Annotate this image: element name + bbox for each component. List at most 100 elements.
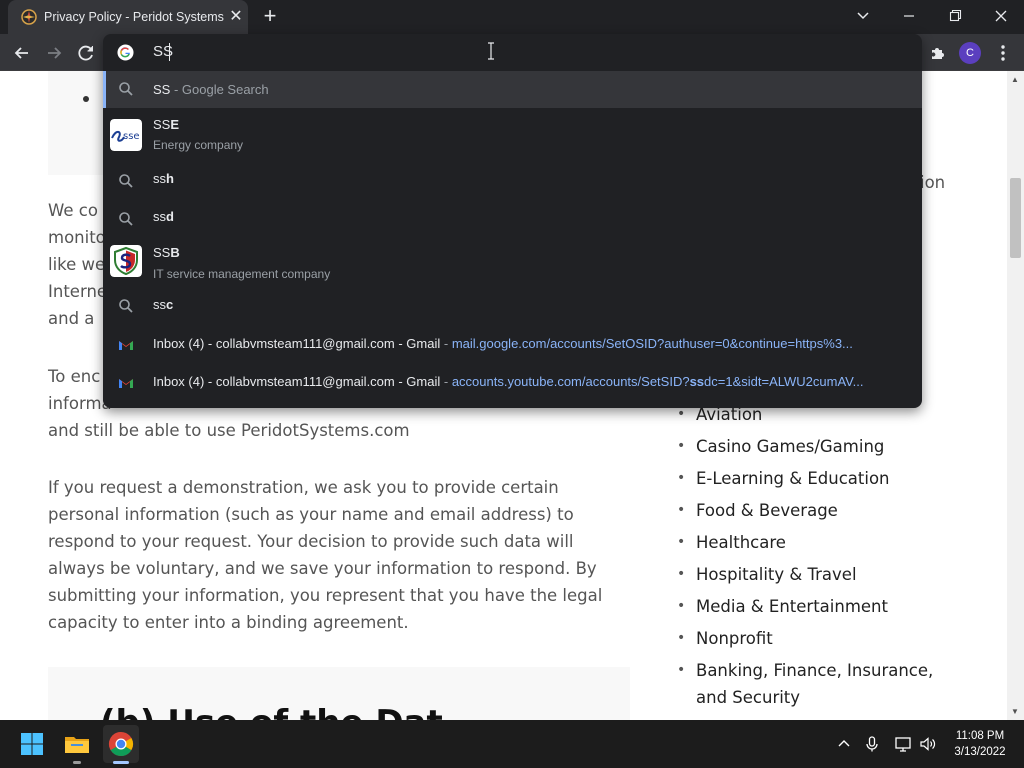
tab-title: Privacy Policy - Peridot Systems xyxy=(44,10,224,24)
suggestion-search-ssd[interactable]: ssd xyxy=(103,200,922,238)
address-bar-input[interactable]: SS xyxy=(103,34,922,70)
suggestion-completion: d xyxy=(166,209,174,224)
list-item: Healthcare xyxy=(677,529,937,556)
search-icon xyxy=(119,82,133,96)
suggestion-prefix: SS xyxy=(153,245,171,260)
back-arrow-icon[interactable] xyxy=(9,40,35,66)
suggestion-search-ss[interactable]: SS - Google Search xyxy=(103,71,922,108)
explorer-running-indicator xyxy=(73,761,81,764)
suggestion-text: ssd xyxy=(153,209,174,224)
suggestion-text: ssh xyxy=(153,171,174,186)
suggestion-completion: B xyxy=(170,245,180,260)
suggestion-prefix: SS xyxy=(153,117,171,132)
svg-text:sse: sse xyxy=(123,131,140,142)
suggestion-search-ssc[interactable]: ssc xyxy=(103,288,922,326)
suggestion-suffix: - Google Search xyxy=(170,82,269,97)
taskbar-clock-time[interactable]: 11:08 PM xyxy=(940,730,1020,742)
suggestion-text: SSE xyxy=(153,117,179,132)
url-match: ss xyxy=(689,374,705,389)
list-item: Casino Games/Gaming xyxy=(677,433,937,460)
sse-logo-icon: sse xyxy=(110,119,142,151)
suggestion-entity-ssb[interactable]: SSB IT service management company xyxy=(103,238,922,288)
search-icon xyxy=(119,174,133,188)
paragraph-demonstration: If you request a demonstration, we ask y… xyxy=(48,474,638,636)
tab-privacy-policy[interactable]: Privacy Policy - Peridot Systems ✕ xyxy=(8,0,248,34)
page-scrollbar[interactable]: ▲ ▼ xyxy=(1007,71,1024,720)
windows-start-icon[interactable] xyxy=(18,730,46,758)
suggestion-completion: E xyxy=(170,117,180,132)
google-g-icon xyxy=(117,44,134,61)
search-icon xyxy=(119,299,133,313)
tab-search-chevron-icon[interactable] xyxy=(848,4,878,28)
suggestion-title: Inbox (4) - collabvmsteam111@gmail.com -… xyxy=(153,336,441,351)
kebab-menu-icon[interactable] xyxy=(990,40,1016,66)
ibeam-cursor-icon xyxy=(488,42,494,60)
restore-icon[interactable] xyxy=(940,4,970,28)
url-part: accounts.youtube.com/accounts/SetSID? xyxy=(451,374,690,389)
list-item: E-Learning & Education xyxy=(677,465,937,492)
scroll-thumb[interactable] xyxy=(1010,178,1021,258)
volume-icon[interactable] xyxy=(919,735,937,753)
text-line: respond to your request. Your decision t… xyxy=(48,532,574,551)
suggestion-separator: - xyxy=(440,374,452,389)
chrome-icon[interactable] xyxy=(107,730,135,758)
suggestion-description: Energy company xyxy=(153,138,244,152)
list-item: Nonprofit xyxy=(677,625,937,652)
suggestion-completion: h xyxy=(166,171,174,186)
suggestion-text: SS - Google Search xyxy=(153,82,269,97)
scroll-down-arrow-icon[interactable]: ▼ xyxy=(1011,707,1019,716)
suggestion-completion: c xyxy=(166,297,174,312)
text-line: personal information (such as your name … xyxy=(48,505,574,524)
network-icon[interactable] xyxy=(894,735,912,753)
suggestion-prefix: ss xyxy=(153,171,166,186)
suggestion-text: Inbox (4) - collabvmsteam111@gmail.com -… xyxy=(153,336,853,351)
suggestion-history-gmail[interactable]: Inbox (4) - collabvmsteam111@gmail.com -… xyxy=(103,364,922,402)
list-item: Food & Beverage xyxy=(677,497,937,524)
minimize-icon[interactable] xyxy=(894,4,924,28)
suggestion-prefix: ss xyxy=(153,209,166,224)
tab-close-icon[interactable]: ✕ xyxy=(227,8,245,26)
chevron-up-icon[interactable] xyxy=(835,735,853,753)
text-line: and still be able to use PeridotSystems.… xyxy=(48,421,410,440)
extensions-puzzle-icon[interactable] xyxy=(925,40,951,66)
forward-arrow-icon[interactable] xyxy=(41,40,67,66)
list-bullet xyxy=(83,96,89,102)
suggestion-description: IT service management company xyxy=(153,267,331,281)
ssb-logo-icon xyxy=(110,245,142,277)
close-window-icon[interactable] xyxy=(986,4,1016,28)
profile-avatar[interactable]: C xyxy=(957,40,983,66)
list-item: Hospitality & Travel xyxy=(677,561,937,588)
gmail-icon xyxy=(119,379,133,388)
text-line: capacity to enter into a binding agreeme… xyxy=(48,613,409,632)
suggestion-entity-sse[interactable]: sse SSE Energy company xyxy=(103,108,922,162)
suggestion-history-gmail[interactable]: Inbox (4) - collabvmsteam111@gmail.com -… xyxy=(103,326,922,364)
new-tab-button[interactable]: + xyxy=(258,5,282,28)
scroll-up-arrow-icon[interactable]: ▲ xyxy=(1011,75,1019,84)
text-caret xyxy=(169,43,170,61)
right-column-text: ion xyxy=(920,173,946,192)
industries-list: Aviation Casino Games/Gaming E-Learning … xyxy=(677,401,937,716)
suggestion-title: Inbox (4) - collabvmsteam111@gmail.com -… xyxy=(153,374,441,389)
text-line: submitting your information, you represe… xyxy=(48,586,603,605)
suggestion-text: SSB xyxy=(153,245,180,260)
address-bar-text: SS xyxy=(153,43,174,60)
suggestion-prefix: ss xyxy=(153,297,166,312)
text-line: If you request a demonstration, we ask y… xyxy=(48,478,559,497)
peridot-favicon-icon xyxy=(21,9,37,25)
file-explorer-icon[interactable] xyxy=(63,730,91,758)
text-line: always be voluntary, and we save your in… xyxy=(48,559,597,578)
profile-initial: C xyxy=(959,42,981,64)
suggestion-text: Inbox (4) - collabvmsteam111@gmail.com -… xyxy=(153,374,863,389)
chrome-active-indicator xyxy=(113,761,129,764)
list-item: Media & Entertainment xyxy=(677,593,937,620)
url-part: dc=1&sidt=ALWU2cumAV... xyxy=(704,374,864,389)
microphone-icon[interactable] xyxy=(863,735,881,753)
suggestion-text: ssc xyxy=(153,297,173,312)
tab-strip: Privacy Policy - Peridot Systems ✕ + xyxy=(0,0,1024,34)
reload-icon[interactable] xyxy=(73,40,99,66)
taskbar-clock-date[interactable]: 3/13/2022 xyxy=(940,746,1020,758)
list-item: Banking, Finance, Insurance, and Securit… xyxy=(677,657,937,711)
suggestion-url: mail.google.com/accounts/SetOSID?authuse… xyxy=(451,336,853,351)
section-heading: (b) Use of the Dat xyxy=(100,703,443,720)
suggestion-search-ssh[interactable]: ssh xyxy=(103,162,922,200)
